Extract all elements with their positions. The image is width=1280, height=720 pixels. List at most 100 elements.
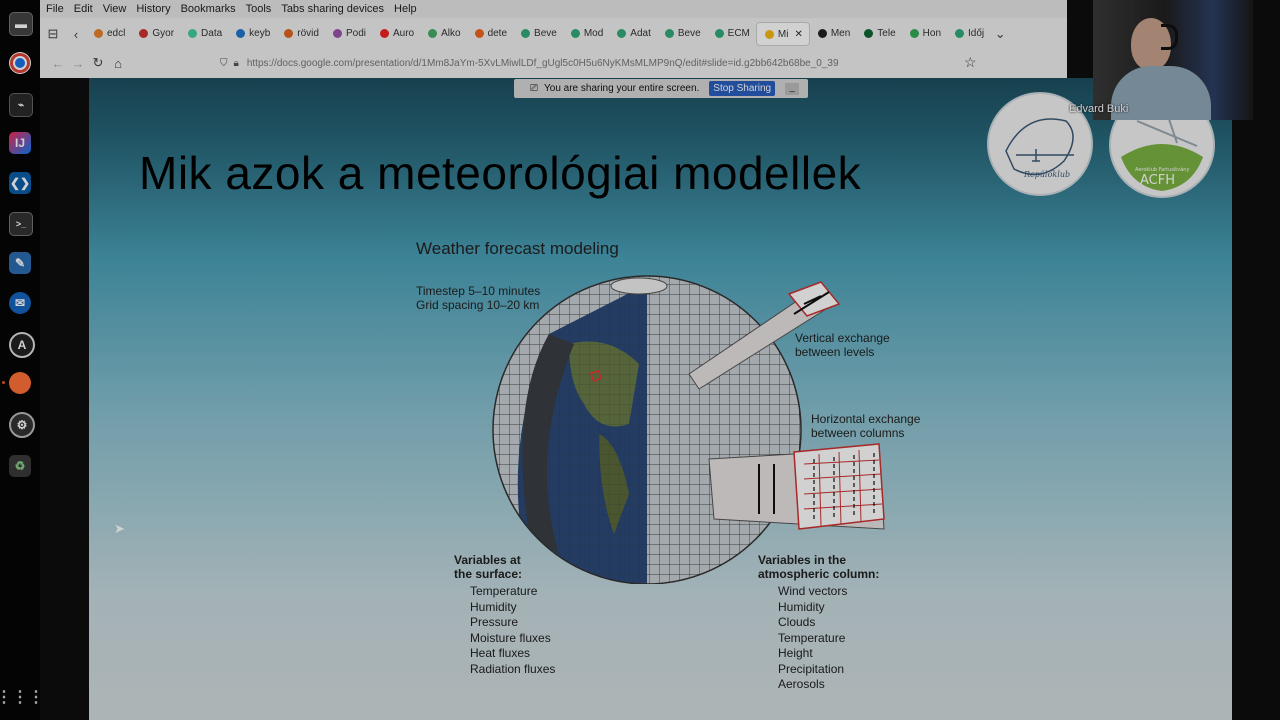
shield-icon[interactable]: ⛉ <box>220 58 228 69</box>
tab-label: Gyor <box>152 27 175 39</box>
horizontal-exchange-label-2: between columns <box>811 426 905 440</box>
surface-var: Pressure <box>470 615 519 629</box>
tab-favicon-icon <box>332 28 342 38</box>
browser-tab[interactable]: Adat <box>609 22 657 44</box>
tab-favicon-icon <box>284 28 294 38</box>
settings-icon[interactable]: ⚙ <box>9 412 35 438</box>
headset-icon <box>1161 24 1178 50</box>
menu-view[interactable]: View <box>103 3 127 15</box>
column-var: Height <box>778 646 813 660</box>
tab-favicon-icon <box>236 28 246 38</box>
lock-icon[interactable]: 🔒︎ <box>234 58 239 69</box>
surface-var: Humidity <box>470 599 517 614</box>
tab-label: Auro <box>392 27 415 39</box>
column-var: Wind vectors <box>778 584 848 598</box>
mouse-cursor-icon: ➤ <box>114 521 125 536</box>
terminal-icon[interactable]: >_ <box>9 212 33 236</box>
tab-scroll-left-icon[interactable]: ‹ <box>66 27 86 42</box>
tab-favicon-icon <box>428 28 438 38</box>
menu-tools[interactable]: Tools <box>246 3 272 15</box>
thunderbird-icon[interactable]: ✉ <box>9 292 31 314</box>
surface-var: Heat fluxes <box>470 646 531 660</box>
reload-icon[interactable]: ↻ <box>88 55 108 71</box>
file-manager-icon[interactable]: ▬ <box>9 12 33 36</box>
app-grid-icon[interactable]: ⋮⋮⋮ <box>0 686 44 708</box>
active-app-indicator <box>2 381 5 384</box>
browser-tab[interactable]: dete <box>467 22 513 44</box>
tab-list: edcl Gyor Data keyb rövid Podi Auro Alko dete Bev… <box>86 22 990 46</box>
menu-bookmarks[interactable]: Bookmarks <box>181 3 236 15</box>
tab-label: Adat <box>630 27 651 39</box>
tab-label: Tele <box>877 27 896 39</box>
browser-window: File Edit View History Bookmarks Tools T… <box>40 0 1067 78</box>
tab-favicon-icon <box>714 28 724 38</box>
column-var: Clouds <box>778 615 816 629</box>
browser-tab[interactable]: Alko <box>420 22 466 44</box>
back-icon[interactable]: ← <box>48 56 68 71</box>
column-var: Precipitation <box>778 661 845 676</box>
tab-label: rövid <box>297 27 319 39</box>
trash-icon[interactable]: ♻ <box>9 455 31 477</box>
menu-history[interactable]: History <box>136 3 170 15</box>
tab-label: Alko <box>441 27 461 39</box>
intellij-icon[interactable]: IJ <box>9 132 31 154</box>
browser-tab[interactable]: Beve <box>513 22 563 44</box>
tab-favicon-icon <box>139 28 149 38</box>
system-monitor-icon[interactable]: ⌁ <box>9 93 33 117</box>
logo-right-subtext: Aeroklub Fartusítvány <box>1135 166 1189 173</box>
stop-sharing-button[interactable]: Stop Sharing <box>709 81 776 96</box>
surface-var: Temperature <box>470 584 538 598</box>
menu-help[interactable]: Help <box>394 3 417 15</box>
sharing-status-text: You are sharing your entire screen. <box>544 83 700 94</box>
forward-icon[interactable]: → <box>68 56 88 71</box>
screen-share-icon: ⎚ <box>530 83 538 94</box>
vscode-icon[interactable]: ❮❯ <box>9 172 31 194</box>
url-text[interactable]: https://docs.google.com/presentation/d/1… <box>247 58 839 69</box>
column-var: Humidity <box>778 599 825 614</box>
browser-tab[interactable]: Időj <box>947 22 990 44</box>
browser-tab[interactable]: keyb <box>228 22 276 44</box>
hide-sharing-bar-button[interactable]: _ <box>785 82 800 95</box>
tab-overview-icon[interactable]: ⊟ <box>40 26 66 42</box>
browser-tab[interactable]: Mod <box>563 22 609 44</box>
browser-tab[interactable]: Mi ✕ <box>755 22 810 46</box>
logo-left-text: Repülőklub <box>1023 170 1070 179</box>
tab-label: Podi <box>345 27 366 39</box>
browser-tab[interactable]: Tele <box>856 22 901 44</box>
browser-tab[interactable]: rövid <box>276 22 325 44</box>
tab-label: Időj <box>968 27 985 39</box>
tab-label: Men <box>830 27 851 39</box>
browser-tab[interactable]: Gyor <box>131 22 180 44</box>
software-center-icon[interactable]: A <box>9 332 35 358</box>
presentation-slide: Mik azok a meteorológiai modellek Repülő… <box>89 78 1232 720</box>
browser-tab[interactable]: Beve <box>657 22 707 44</box>
browser-tab[interactable]: Podi <box>325 22 372 44</box>
text-editor-icon[interactable]: ✎ <box>9 252 31 274</box>
menu-edit[interactable]: Edit <box>74 3 93 15</box>
tab-favicon-icon <box>474 28 484 38</box>
browser-tab[interactable]: edcl <box>86 22 131 44</box>
browser-tab[interactable]: Men <box>810 22 856 44</box>
tab-label: keyb <box>249 27 271 39</box>
bookmark-star-icon[interactable]: ☆ <box>964 54 977 71</box>
menu-file[interactable]: File <box>46 3 64 15</box>
tab-favicon-icon <box>764 29 774 39</box>
tab-label: Data <box>201 27 223 39</box>
browser-tab[interactable]: Auro <box>372 22 420 44</box>
tab-list-chevron-icon[interactable]: ⌄ <box>990 26 1010 42</box>
tab-favicon-icon <box>94 28 103 38</box>
tab-label: dete <box>487 27 508 39</box>
tab-favicon-icon <box>521 28 531 38</box>
tab-favicon-icon <box>817 28 827 38</box>
chrome-icon[interactable] <box>9 52 31 74</box>
close-tab-icon[interactable]: ✕ <box>794 29 802 40</box>
browser-tab[interactable]: Hon <box>902 22 947 44</box>
column-vars-heading-2: atmospheric column: <box>758 567 880 581</box>
surface-var: Radiation fluxes <box>470 661 556 676</box>
home-icon[interactable]: ⌂ <box>108 56 128 71</box>
firefox-icon[interactable] <box>9 372 31 394</box>
browser-tab[interactable]: Data <box>180 22 228 44</box>
menu-tabs-sharing[interactable]: Tabs sharing devices <box>281 3 384 15</box>
url-bar[interactable]: ⛉ 🔒︎ https://docs.google.com/presentatio… <box>220 53 980 73</box>
browser-tab[interactable]: ECM <box>707 22 756 44</box>
